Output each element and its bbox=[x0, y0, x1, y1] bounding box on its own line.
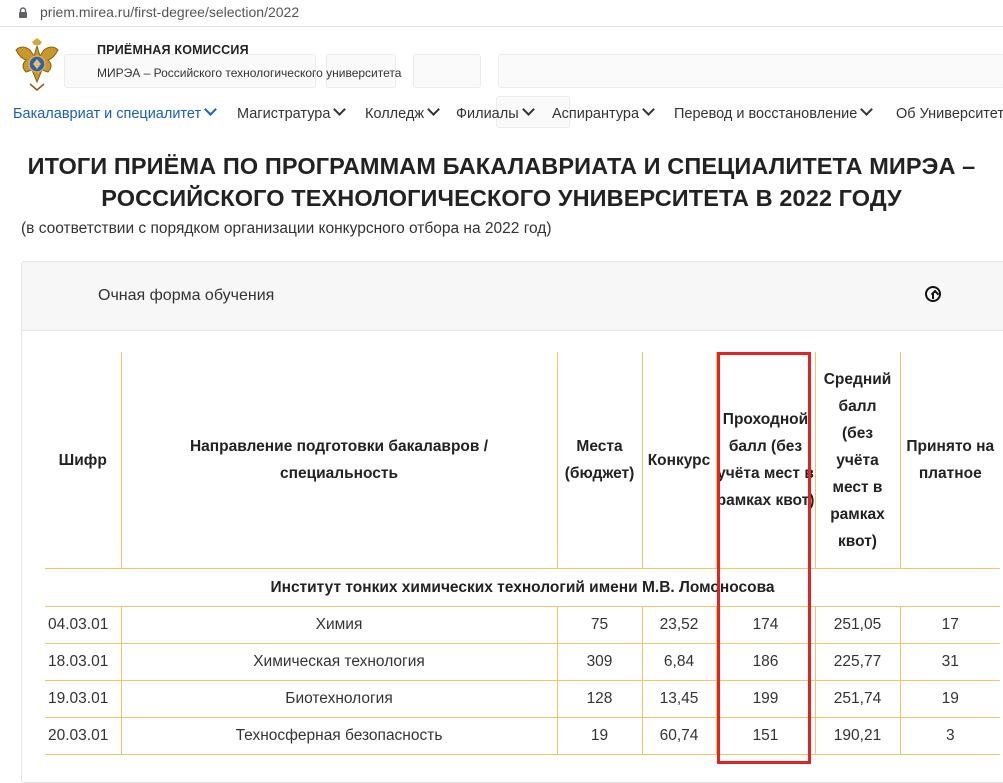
page-title-line2: РОССИЙСКОГО ТЕХНОЛОГИЧЕСКОГО УНИВЕРСИТЕТ… bbox=[101, 185, 902, 211]
chevron-down-icon bbox=[521, 103, 535, 116]
nav-label: Магистратура bbox=[237, 106, 331, 122]
chevron-down-icon bbox=[333, 103, 347, 116]
cell-pass: 186 bbox=[715, 643, 816, 681]
header-competition: Конкурс bbox=[641, 352, 717, 569]
table-row: 18.03.01 Химическая технология 309 6,84 … bbox=[45, 643, 1000, 681]
nav-postgraduate[interactable]: Аспирантура bbox=[552, 103, 655, 122]
header-pass-score: Проходной балл (без учёта мест в рамках … bbox=[715, 352, 816, 569]
table-header-row: Шифр Направление подготовки бакалавров /… bbox=[45, 352, 1000, 569]
cell-name: Биотехнология bbox=[120, 680, 558, 718]
cell-places: 309 bbox=[556, 643, 643, 681]
cell-avg: 225,77 bbox=[814, 643, 901, 681]
nav-label: Бакалавриат и специалитет bbox=[13, 106, 202, 122]
cell-avg: 251,74 bbox=[814, 680, 901, 718]
cell-places: 19 bbox=[556, 717, 643, 755]
eagle-emblem-icon bbox=[15, 38, 59, 91]
header-ghost-box bbox=[498, 54, 1003, 88]
header-paid: Принято на платное bbox=[899, 352, 1000, 569]
cell-code: 04.03.01 bbox=[45, 606, 122, 644]
cell-pass: 151 bbox=[715, 717, 816, 755]
nav-label: Об Университете bbox=[896, 106, 1003, 122]
nav-about[interactable]: Об Университете bbox=[896, 106, 1003, 122]
accordion-header[interactable]: Очная форма обучения bbox=[22, 262, 1003, 331]
url-text[interactable]: priem.mirea.ru/first-degree/selection/20… bbox=[40, 4, 299, 20]
address-bar[interactable]: priem.mirea.ru/first-degree/selection/20… bbox=[0, 0, 1003, 27]
arrow-up-circle-icon[interactable] bbox=[925, 286, 941, 302]
nav-branches[interactable]: Филиалы bbox=[456, 103, 535, 122]
cell-paid: 31 bbox=[899, 643, 1000, 681]
accordion-title: Очная форма обучения bbox=[98, 287, 275, 304]
page-subtitle: (в соответствии с порядком организации к… bbox=[21, 220, 552, 237]
cell-places: 128 bbox=[556, 680, 643, 718]
cell-competition: 13,45 bbox=[641, 680, 717, 718]
chevron-down-icon bbox=[427, 103, 440, 116]
nav-college[interactable]: Колледж bbox=[365, 103, 440, 122]
cell-pass: 174 bbox=[715, 606, 816, 644]
institute-name: Институт тонких химических технологий им… bbox=[45, 568, 1000, 607]
cell-code: 18.03.01 bbox=[45, 643, 122, 681]
nav-bachelor[interactable]: Бакалавриат и специалитет bbox=[13, 103, 218, 122]
cell-name: Химическая технология bbox=[120, 643, 558, 681]
nav-label: Филиалы bbox=[456, 106, 519, 122]
lock-icon bbox=[19, 7, 27, 18]
nav-label: Аспирантура bbox=[552, 106, 640, 122]
cell-paid: 3 bbox=[899, 717, 1000, 755]
nav-master[interactable]: Магистратура bbox=[237, 103, 347, 122]
cell-name: Техносферная безопасность bbox=[120, 717, 558, 755]
header-places: Места (бюджет) bbox=[556, 352, 643, 569]
cell-pass: 199 bbox=[715, 680, 816, 718]
cell-competition: 6,84 bbox=[641, 643, 717, 681]
table-row: 19.03.01 Биотехнология 128 13,45 199 251… bbox=[45, 680, 1000, 718]
cell-competition: 23,52 bbox=[641, 606, 717, 644]
table-row: 04.03.01 Химия 75 23,52 174 251,05 17 bbox=[45, 606, 1000, 644]
org-full-name: МИРЭА – Российского технологического уни… bbox=[97, 66, 402, 80]
table-row: 20.03.01 Техносферная безопасность 19 60… bbox=[45, 717, 1000, 755]
institute-group-row: Институт тонких химических технологий им… bbox=[45, 568, 1000, 607]
cell-avg: 251,05 bbox=[814, 606, 901, 644]
results-table: Шифр Направление подготовки бакалавров /… bbox=[45, 352, 1000, 755]
cell-paid: 19 bbox=[899, 680, 1000, 718]
cell-avg: 190,21 bbox=[814, 717, 901, 755]
cell-code: 19.03.01 bbox=[45, 680, 122, 718]
chevron-down-icon bbox=[642, 103, 655, 116]
chevron-down-icon bbox=[860, 103, 874, 116]
cell-paid: 17 bbox=[899, 606, 1000, 644]
main-nav: Бакалавриат и специалитет Магистратура К… bbox=[0, 103, 1003, 128]
cell-competition: 60,74 bbox=[641, 717, 717, 755]
nav-transfer[interactable]: Перевод и восстановление bbox=[674, 103, 874, 122]
header-code: Шифр bbox=[45, 352, 122, 569]
org-name: ПРИЁМНАЯ КОМИССИЯ bbox=[97, 43, 249, 57]
page-title: ИТОГИ ПРИЁМА ПО ПРОГРАММАМ БАКАЛАВРИАТА … bbox=[0, 150, 1003, 214]
header-direction: Направление подготовки бакалавров / спец… bbox=[120, 352, 558, 569]
cell-name: Химия bbox=[120, 606, 558, 644]
header-avg-score: Средний балл (без учёта мест в рамках кв… bbox=[814, 352, 901, 569]
chevron-down-icon bbox=[204, 103, 218, 116]
cell-places: 75 bbox=[556, 606, 643, 644]
header-ghost-box bbox=[413, 54, 481, 88]
page-title-line1: ИТОГИ ПРИЁМА ПО ПРОГРАММАМ БАКАЛАВРИАТА … bbox=[27, 153, 976, 179]
cell-code: 20.03.01 bbox=[45, 717, 122, 755]
nav-label: Колледж bbox=[365, 106, 425, 122]
nav-label: Перевод и восстановление bbox=[674, 106, 858, 122]
